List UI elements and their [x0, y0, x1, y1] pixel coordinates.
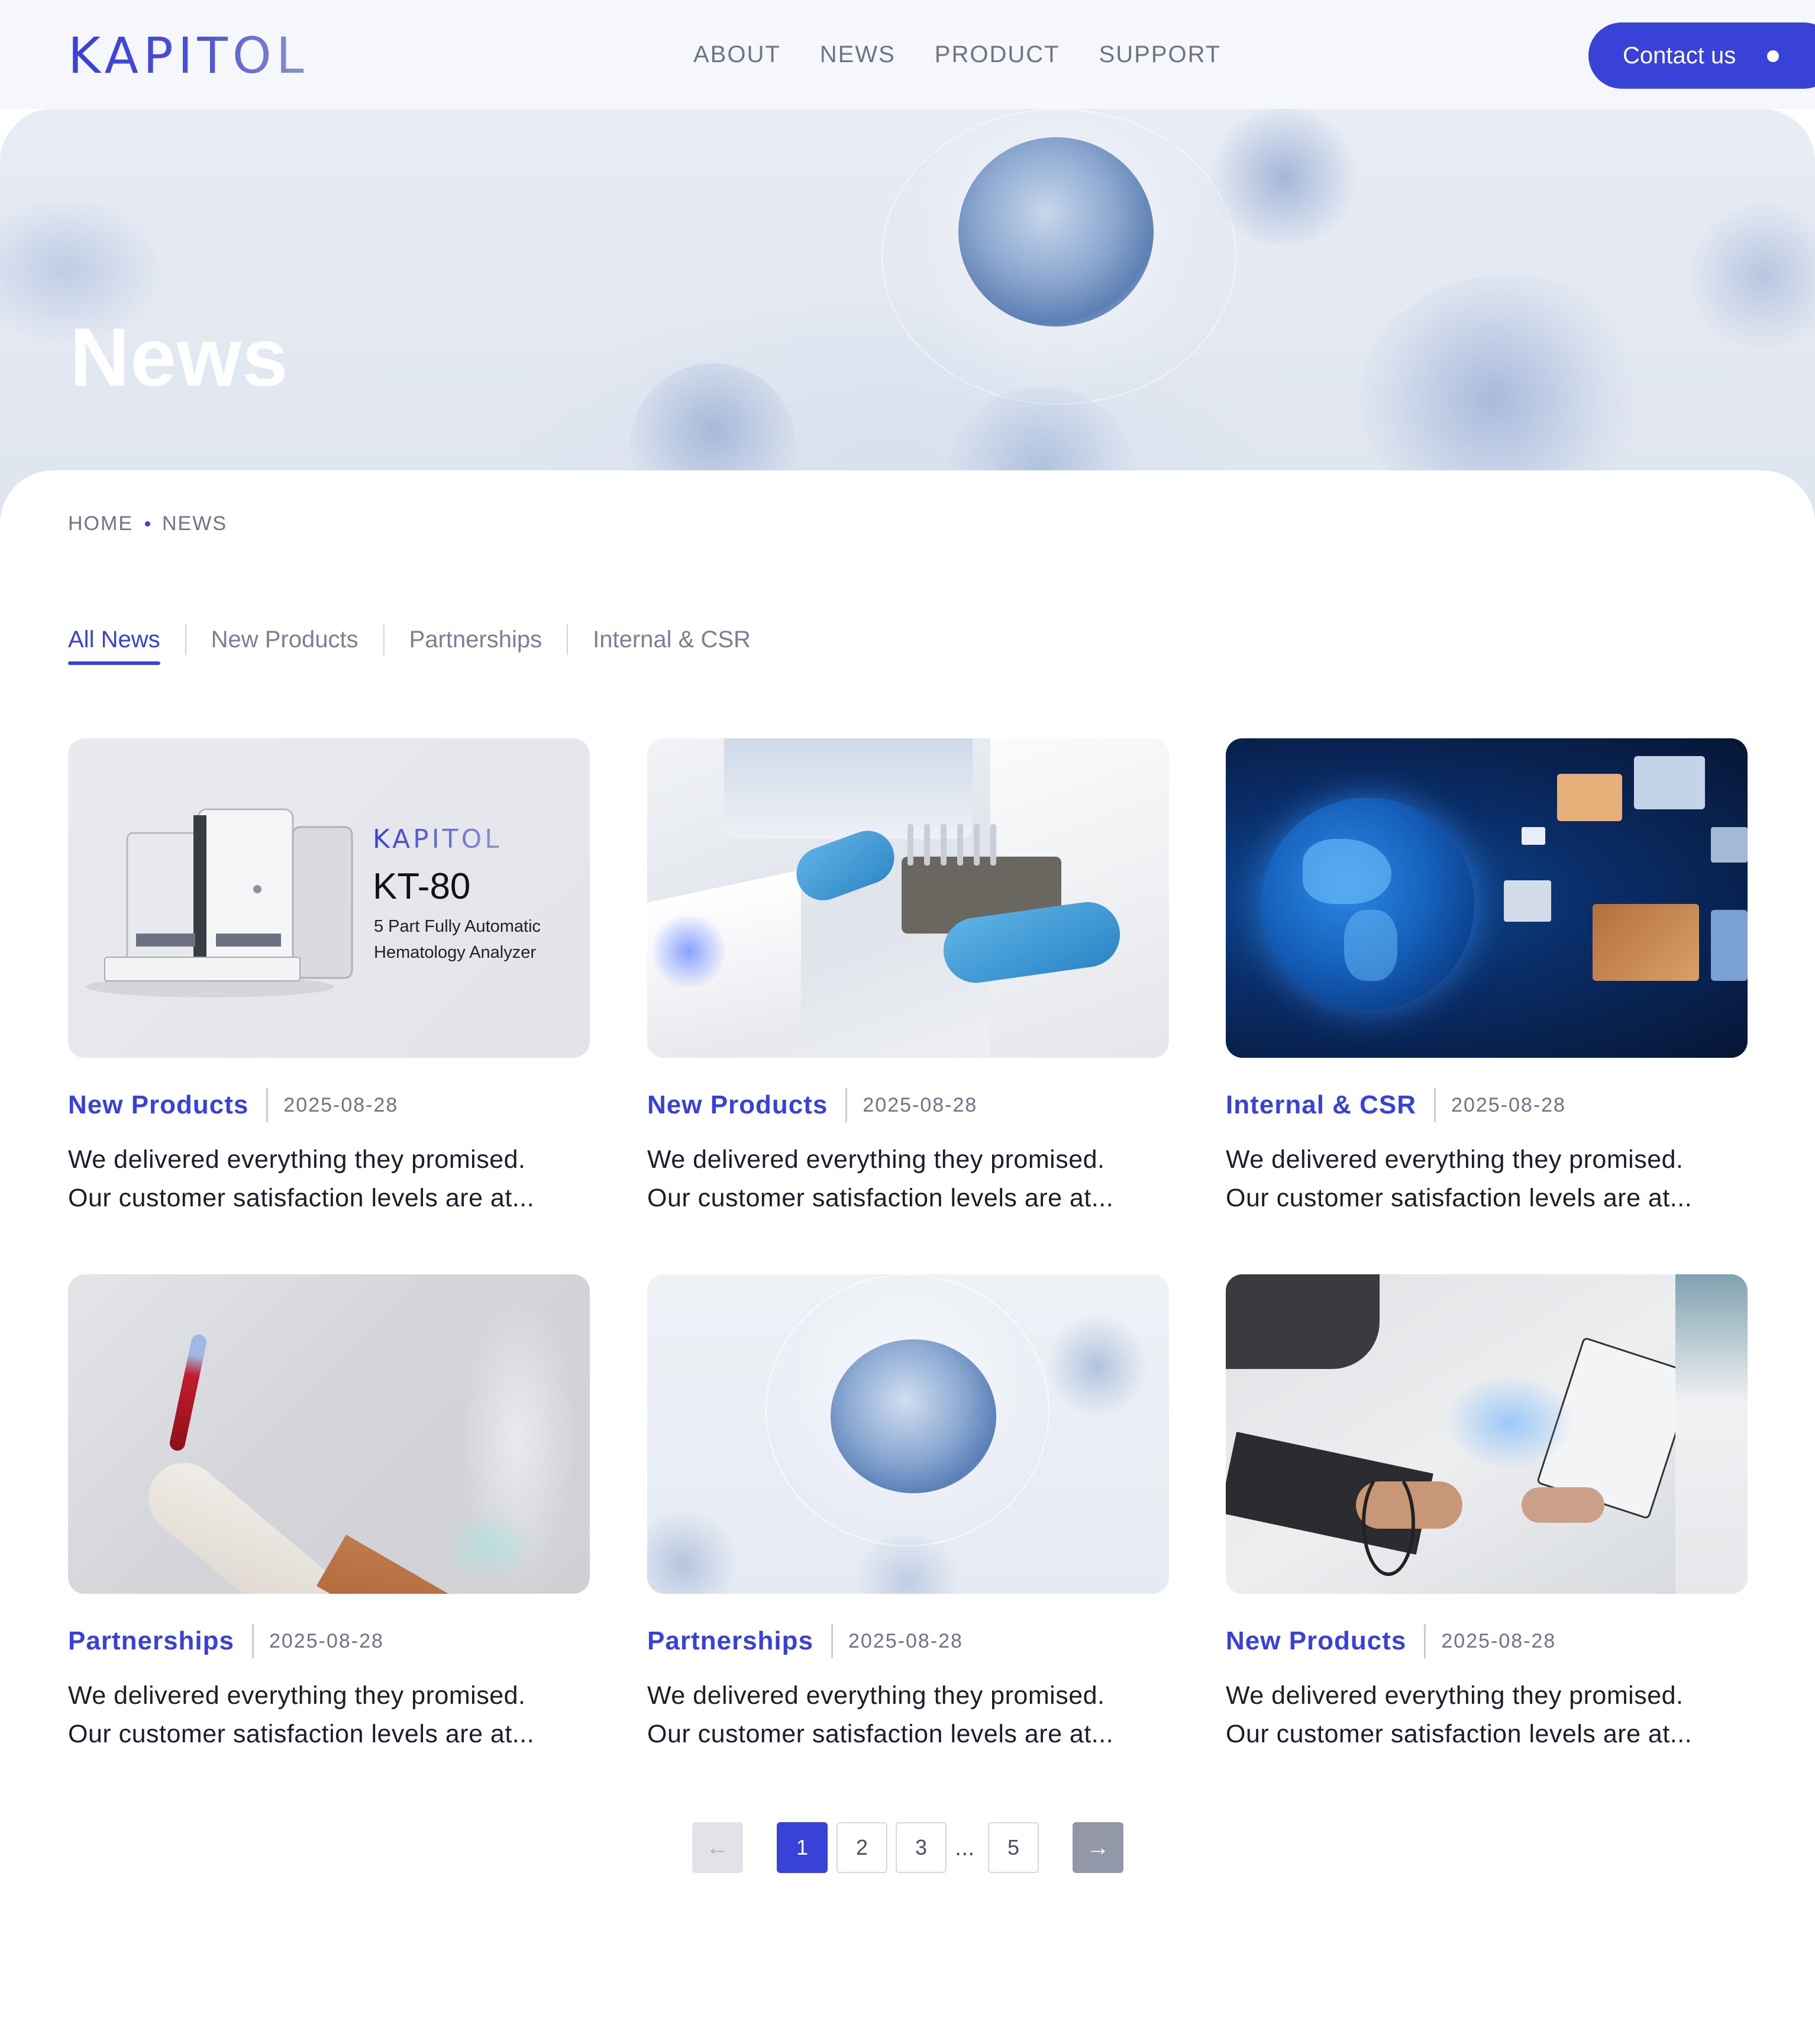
- digital-globe-image: [1226, 738, 1748, 1058]
- tab-partnerships[interactable]: Partnerships: [409, 625, 542, 654]
- arrow-right-icon: →: [1086, 1834, 1110, 1861]
- excerpt-line: We delivered everything they promised.: [68, 1681, 526, 1710]
- category-tabs: All News New Products Partnerships Inter…: [68, 624, 751, 665]
- image-model: KT-80: [373, 866, 471, 907]
- analyzer-illustration: [86, 808, 353, 997]
- card-category[interactable]: Partnerships: [68, 1626, 234, 1656]
- doctor-consultation-image: [1226, 1274, 1748, 1594]
- pagination-ellipsis: ...: [955, 1835, 975, 1861]
- excerpt-line: Our customer satisfaction levels are at.…: [647, 1720, 1114, 1748]
- meta-divider: [266, 1088, 269, 1122]
- card-meta: New Products 2025-08-28: [68, 1087, 590, 1123]
- image-desc-line2: Hematology Analyzer: [374, 943, 537, 962]
- arrow-left-icon: ←: [706, 1834, 729, 1861]
- hero-banner: News: [0, 109, 1815, 523]
- breadcrumb-current: NEWS: [162, 512, 227, 535]
- breadcrumb: HOME NEWS: [68, 512, 227, 535]
- news-card[interactable]: KAPITOL KT-80 5 Part Fully Automatic Hem…: [68, 738, 590, 1218]
- breadcrumb-home[interactable]: HOME: [68, 512, 133, 535]
- main-nav: ABOUT NEWS PRODUCT SUPPORT: [693, 40, 1221, 69]
- page-1-button[interactable]: 1: [777, 1822, 828, 1873]
- bubble-decoration: [1207, 109, 1361, 245]
- card-date: 2025-08-28: [1451, 1093, 1566, 1116]
- excerpt-line: Our customer satisfaction levels are at.…: [647, 1184, 1114, 1212]
- excerpt-line: We delivered everything they promised.: [647, 1145, 1105, 1174]
- content-panel: [0, 470, 1815, 2044]
- excerpt-line: We delivered everything they promised.: [1226, 1681, 1684, 1710]
- logo[interactable]: KAPITOL: [68, 31, 309, 80]
- card-category[interactable]: New Products: [68, 1090, 248, 1120]
- card-excerpt: We delivered everything they promised. O…: [68, 1677, 590, 1754]
- news-card[interactable]: New Products 2025-08-28 We delivered eve…: [1226, 1274, 1748, 1754]
- excerpt-line: Our customer satisfaction levels are at.…: [68, 1720, 535, 1748]
- image-brand: KAPITOL: [373, 824, 502, 854]
- tab-all-news[interactable]: All News: [68, 625, 160, 665]
- page-title: News: [70, 311, 289, 403]
- card-excerpt: We delivered everything they promised. O…: [647, 1677, 1169, 1754]
- news-card[interactable]: Partnerships 2025-08-28 We delivered eve…: [68, 1274, 590, 1754]
- meta-divider: [1434, 1088, 1436, 1122]
- card-category[interactable]: Internal & CSR: [1226, 1090, 1416, 1120]
- meta-divider: [831, 1624, 833, 1658]
- cell-bubble-image: [647, 1274, 1169, 1594]
- prev-page-button[interactable]: ←: [692, 1822, 743, 1873]
- contact-us-button[interactable]: Contact us: [1588, 22, 1815, 89]
- card-date: 2025-08-28: [1441, 1629, 1556, 1652]
- card-category[interactable]: Partnerships: [647, 1626, 813, 1656]
- excerpt-line: Our customer satisfaction levels are at.…: [1226, 1720, 1693, 1748]
- bubble-decoration: [1686, 198, 1815, 351]
- blood-tube-image: [68, 1274, 590, 1594]
- nav-support[interactable]: SUPPORT: [1099, 40, 1222, 69]
- tab-new-products[interactable]: New Products: [211, 625, 359, 654]
- page-3-button[interactable]: 3: [896, 1822, 947, 1873]
- page-5-button[interactable]: 5: [988, 1822, 1039, 1873]
- tab-divider: [185, 624, 186, 655]
- card-date: 2025-08-28: [863, 1093, 978, 1116]
- page-2-button[interactable]: 2: [837, 1822, 887, 1873]
- nav-about[interactable]: ABOUT: [693, 40, 781, 69]
- analyzer-product-image: KAPITOL KT-80 5 Part Fully Automatic Hem…: [68, 738, 590, 1058]
- card-meta: Internal & CSR 2025-08-28: [1226, 1087, 1748, 1123]
- lab-test-tubes-image: [647, 738, 1169, 1058]
- dot-icon: [1767, 50, 1779, 62]
- news-card[interactable]: New Products 2025-08-28 We delivered eve…: [647, 738, 1169, 1218]
- card-meta: New Products 2025-08-28: [647, 1087, 1169, 1123]
- card-excerpt: We delivered everything they promised. O…: [1226, 1141, 1748, 1218]
- card-excerpt: We delivered everything they promised. O…: [647, 1141, 1169, 1218]
- excerpt-line: Our customer satisfaction levels are at.…: [1226, 1184, 1693, 1212]
- news-card[interactable]: Internal & CSR 2025-08-28 We delivered e…: [1226, 738, 1748, 1218]
- nav-product[interactable]: PRODUCT: [935, 40, 1060, 69]
- image-desc-line1: 5 Part Fully Automatic: [374, 917, 541, 936]
- card-excerpt: We delivered everything they promised. O…: [68, 1141, 590, 1218]
- cell-decoration: [958, 137, 1154, 327]
- card-meta: Partnerships 2025-08-28: [68, 1623, 590, 1659]
- meta-divider: [251, 1624, 254, 1658]
- tab-divider: [567, 624, 569, 655]
- card-date: 2025-08-28: [269, 1629, 384, 1652]
- meta-divider: [1424, 1624, 1426, 1658]
- tab-divider: [383, 624, 385, 655]
- next-page-button[interactable]: →: [1073, 1822, 1123, 1873]
- excerpt-line: We delivered everything they promised.: [647, 1681, 1105, 1710]
- card-excerpt: We delivered everything they promised. O…: [1226, 1677, 1748, 1754]
- excerpt-line: Our customer satisfaction levels are at.…: [68, 1184, 535, 1212]
- excerpt-line: We delivered everything they promised.: [68, 1145, 526, 1174]
- card-meta: New Products 2025-08-28: [1226, 1623, 1748, 1659]
- contact-us-label: Contact us: [1623, 42, 1736, 69]
- card-date: 2025-08-28: [848, 1629, 963, 1652]
- card-date: 2025-08-28: [283, 1093, 399, 1116]
- nav-news[interactable]: NEWS: [820, 40, 896, 69]
- site-header: KAPITOL ABOUT NEWS PRODUCT SUPPORT Conta…: [0, 0, 1815, 109]
- card-category[interactable]: New Products: [647, 1090, 828, 1120]
- dot-separator-icon: [145, 521, 150, 527]
- excerpt-line: We delivered everything they promised.: [1226, 1145, 1684, 1174]
- news-card[interactable]: Partnerships 2025-08-28 We delivered eve…: [647, 1274, 1169, 1754]
- card-category[interactable]: New Products: [1226, 1626, 1406, 1656]
- meta-divider: [845, 1088, 848, 1122]
- tab-internal-csr[interactable]: Internal & CSR: [593, 625, 751, 654]
- card-meta: Partnerships 2025-08-28: [647, 1623, 1169, 1659]
